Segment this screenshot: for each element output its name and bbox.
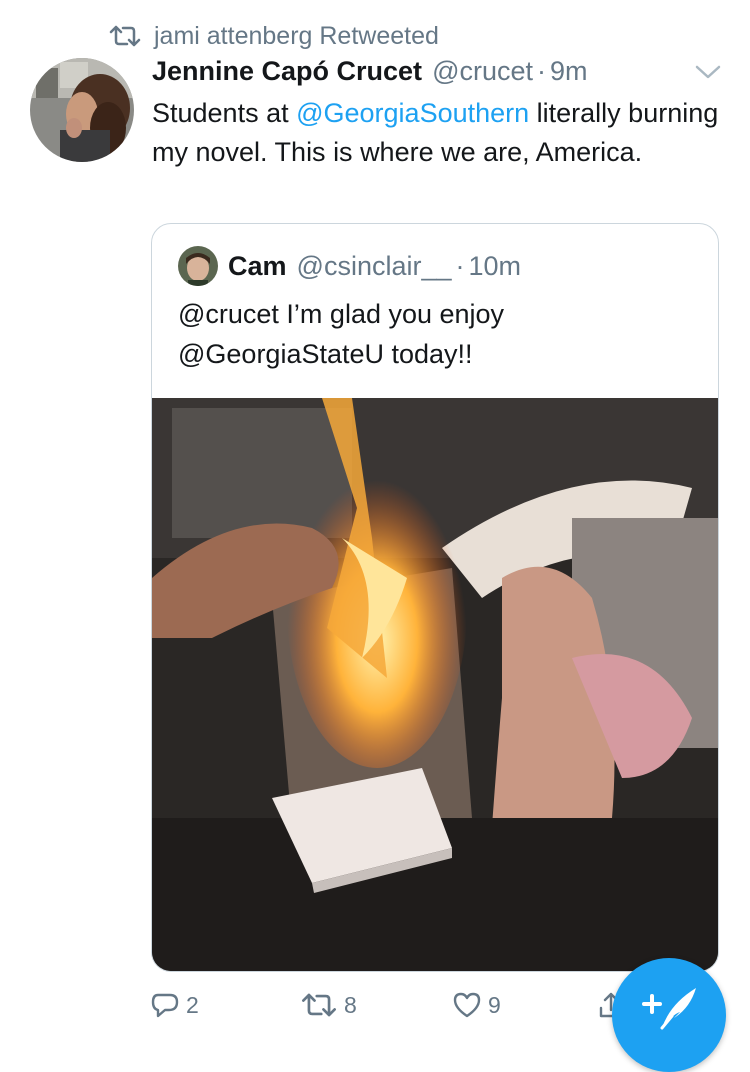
quoted-author-handle[interactable]: @csinclair__	[297, 251, 452, 282]
quoted-tweet-text: @crucet I’m glad you enjoy @GeorgiaState…	[178, 294, 698, 374]
author-handle[interactable]: @crucet	[432, 56, 533, 87]
tweet-text: Students at @GeorgiaSouthern literally b…	[152, 94, 722, 172]
retweet-button[interactable]: 8	[300, 985, 357, 1025]
retweet-icon	[109, 25, 141, 47]
quoted-tweet-header: Cam @csinclair__ · 10m	[178, 246, 521, 286]
author-avatar[interactable]	[30, 58, 134, 162]
quoted-tweet-timestamp[interactable]: 10m	[469, 251, 522, 282]
quoted-author-avatar[interactable]	[178, 246, 218, 286]
reply-count: 2	[186, 991, 199, 1018]
quoted-tweet-line-1: @crucet I’m glad you enjoy	[178, 299, 505, 329]
reply-icon	[151, 993, 179, 1018]
tweet-text-start: Students at	[152, 98, 297, 128]
retweet-count: 8	[344, 991, 357, 1018]
quoted-tweet-video[interactable]	[152, 398, 718, 971]
tweet-timestamp[interactable]: 9m	[550, 56, 588, 87]
retweet-context[interactable]: jami attenberg Retweeted	[108, 20, 439, 52]
chevron-down-icon[interactable]	[694, 62, 722, 82]
mention-link[interactable]: @GeorgiaSouthern	[296, 98, 529, 128]
compose-tweet-button[interactable]	[612, 958, 726, 1072]
like-count: 9	[488, 991, 501, 1018]
quoted-tweet[interactable]: Cam @csinclair__ · 10m @crucet I’m glad …	[151, 223, 719, 972]
compose-tweet-icon	[642, 988, 696, 1030]
heart-icon	[453, 992, 481, 1018]
separator-dot: ·	[455, 250, 465, 281]
author-name[interactable]: Jennine Capó Crucet	[152, 56, 422, 87]
separator-dot: ·	[537, 56, 546, 86]
tweet-header: Jennine Capó Crucet @crucet · 9m	[152, 56, 692, 87]
reply-button[interactable]: 2	[150, 985, 199, 1025]
quoted-tweet-line-2: @GeorgiaStateU today!!	[178, 339, 473, 369]
retweet-icon	[302, 993, 336, 1017]
like-button[interactable]: 9	[452, 985, 501, 1025]
quoted-author-name[interactable]: Cam	[228, 251, 287, 282]
retweet-label: jami attenberg Retweeted	[154, 21, 439, 50]
